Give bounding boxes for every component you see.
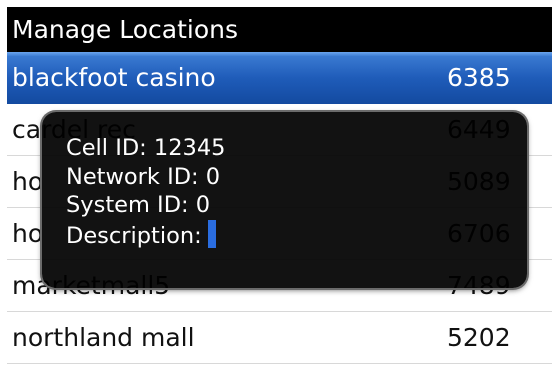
network-id-label: Network ID: 0: [66, 163, 221, 190]
right-edge: [552, 0, 559, 391]
location-code: 5202: [447, 323, 511, 352]
location-name: blackfoot casino: [12, 63, 216, 92]
manage-locations-screen: Manage Locations blackfoot casino 6385 c…: [0, 0, 559, 391]
left-edge: [0, 0, 7, 391]
page-title: Manage Locations: [7, 7, 552, 52]
cell-id-label: Cell ID: 12345: [66, 135, 226, 161]
description-label: Description:: [66, 222, 202, 249]
description-field[interactable]: Description:: [42, 219, 527, 251]
location-details-popup: Cell ID: 12345 Network ID: 0 System ID: …: [42, 112, 527, 288]
location-name: ho: [12, 167, 44, 196]
location-name: northland mall: [12, 323, 195, 352]
text-cursor: [207, 219, 216, 248]
location-row-selected[interactable]: blackfoot casino 6385: [7, 52, 552, 104]
location-name: ho: [12, 219, 44, 248]
system-id-label: System ID: 0: [66, 192, 211, 218]
location-code: 6385: [447, 63, 511, 92]
bottom-edge: [7, 385, 552, 391]
location-row[interactable]: northland mall 5202: [7, 312, 552, 364]
